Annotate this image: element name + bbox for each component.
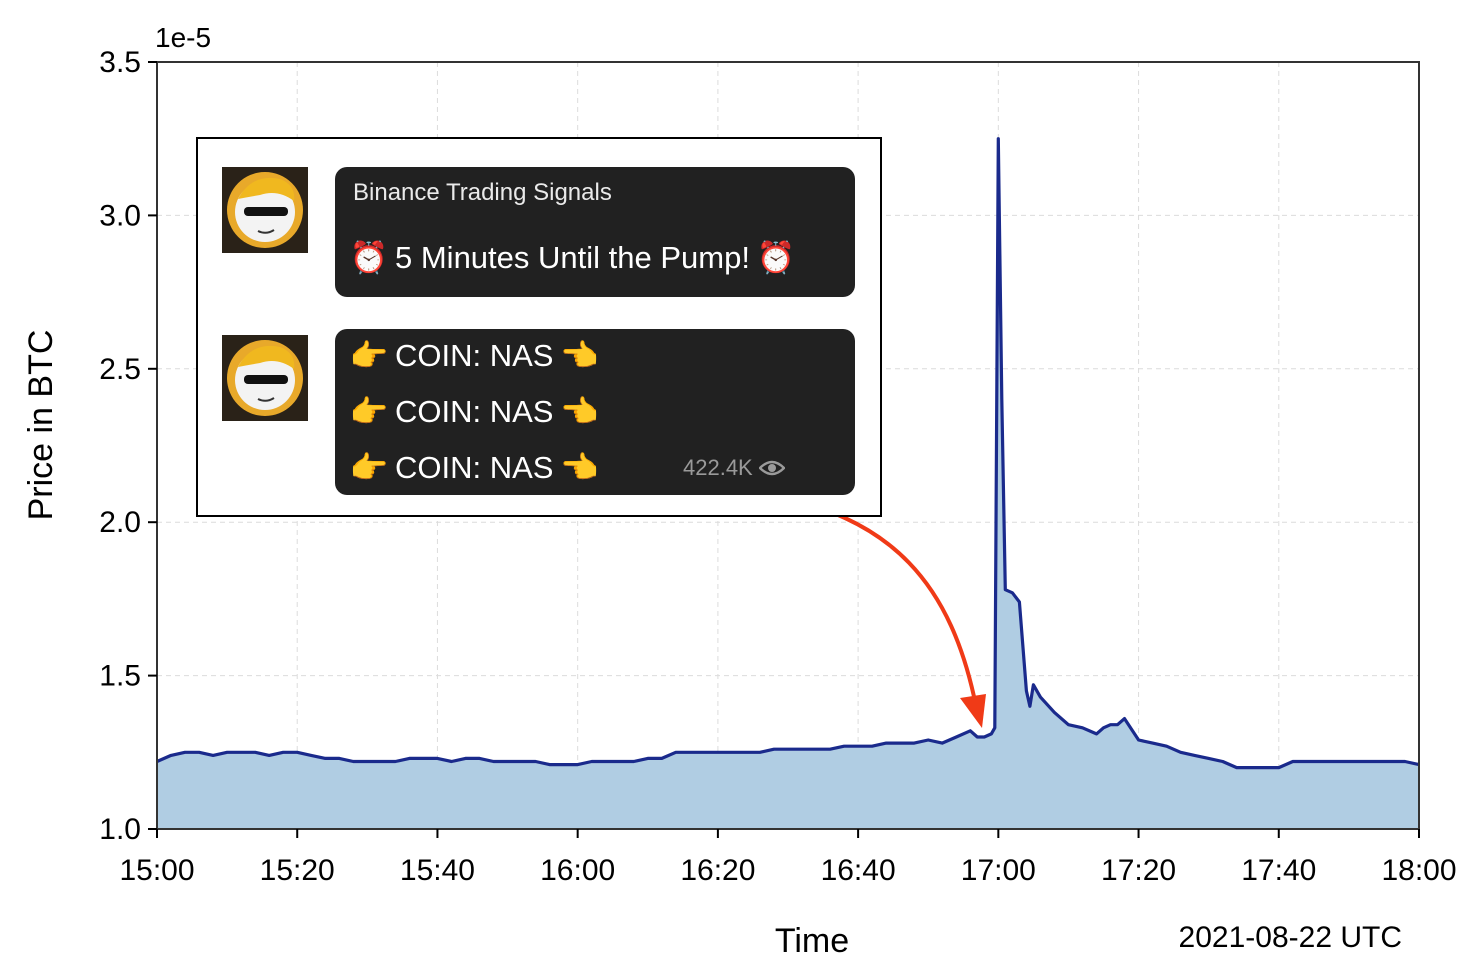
x-tick-label: 15:20 bbox=[260, 854, 335, 887]
pointing-left-icon: 👈 bbox=[560, 450, 599, 485]
x-tick-label: 16:20 bbox=[680, 854, 755, 887]
pointing-left-icon: 👈 bbox=[560, 394, 599, 429]
pointing-right-icon: 👉 bbox=[349, 394, 389, 429]
message-line: ⏰ 5 Minutes Until the Pump! ⏰ bbox=[349, 239, 796, 276]
y-tick-label: 1.0 bbox=[99, 813, 141, 846]
alarm-clock-icon: ⏰ bbox=[756, 240, 796, 275]
channel-avatar bbox=[222, 167, 308, 253]
avatar-icon bbox=[222, 167, 308, 253]
x-tick-label: 18:00 bbox=[1381, 854, 1456, 887]
view-count-text: 422.4K bbox=[683, 455, 753, 480]
message-text: 5 Minutes Until the Pump! bbox=[395, 239, 750, 275]
message-text: COIN: NAS bbox=[395, 449, 554, 485]
y-tick-label: 2.5 bbox=[99, 353, 141, 386]
x-tick-label: 16:00 bbox=[540, 854, 615, 887]
x-tick-label: 16:40 bbox=[821, 854, 896, 887]
pointing-left-icon: 👈 bbox=[560, 338, 599, 373]
date-note: 2021-08-22 UTC bbox=[1179, 921, 1402, 954]
y-axis-title: Price in BTC bbox=[22, 330, 60, 521]
x-tick-label: 17:40 bbox=[1241, 854, 1316, 887]
alarm-clock-icon: ⏰ bbox=[349, 240, 389, 275]
message-line: 👉 COIN: NAS 👈 bbox=[349, 449, 599, 486]
message-line: 👉 COIN: NAS 👈 bbox=[349, 337, 599, 374]
arrow-head bbox=[960, 694, 986, 728]
y-scale-exponent: 1e-5 bbox=[155, 22, 211, 53]
channel-avatar bbox=[222, 335, 308, 421]
annotation-arrow bbox=[754, 491, 986, 728]
x-axis-title: Time bbox=[775, 922, 849, 960]
sender-name: Binance Trading Signals bbox=[353, 179, 612, 206]
message-line: 👉 COIN: NAS 👈 bbox=[349, 393, 599, 430]
pointing-right-icon: 👉 bbox=[349, 450, 389, 485]
avatar-icon bbox=[222, 335, 308, 421]
x-tick-label: 15:40 bbox=[400, 854, 475, 887]
pointing-right-icon: 👉 bbox=[349, 338, 389, 373]
x-tick-label: 17:00 bbox=[961, 854, 1036, 887]
message-bubble-announcement: Binance Trading Signals ⏰ 5 Minutes Unti… bbox=[335, 167, 855, 297]
message-text: COIN: NAS bbox=[395, 337, 554, 373]
y-tick-label: 1.5 bbox=[99, 660, 141, 693]
message-text: COIN: NAS bbox=[395, 393, 554, 429]
y-tick-label: 3.5 bbox=[99, 46, 141, 79]
eye-icon bbox=[758, 460, 785, 476]
y-tick-label: 3.0 bbox=[99, 199, 141, 232]
view-count: 422.4K bbox=[683, 455, 785, 481]
x-tick-label: 17:20 bbox=[1101, 854, 1176, 887]
x-tick-label: 15:00 bbox=[119, 854, 194, 887]
arrow-shaft bbox=[754, 491, 978, 707]
telegram-inset: Binance Trading Signals ⏰ 5 Minutes Unti… bbox=[196, 137, 882, 517]
message-bubble-coin: 👉 COIN: NAS 👈 👉 COIN: NAS 👈 👉 COIN: NAS … bbox=[335, 329, 855, 495]
y-tick-label: 2.0 bbox=[99, 506, 141, 539]
